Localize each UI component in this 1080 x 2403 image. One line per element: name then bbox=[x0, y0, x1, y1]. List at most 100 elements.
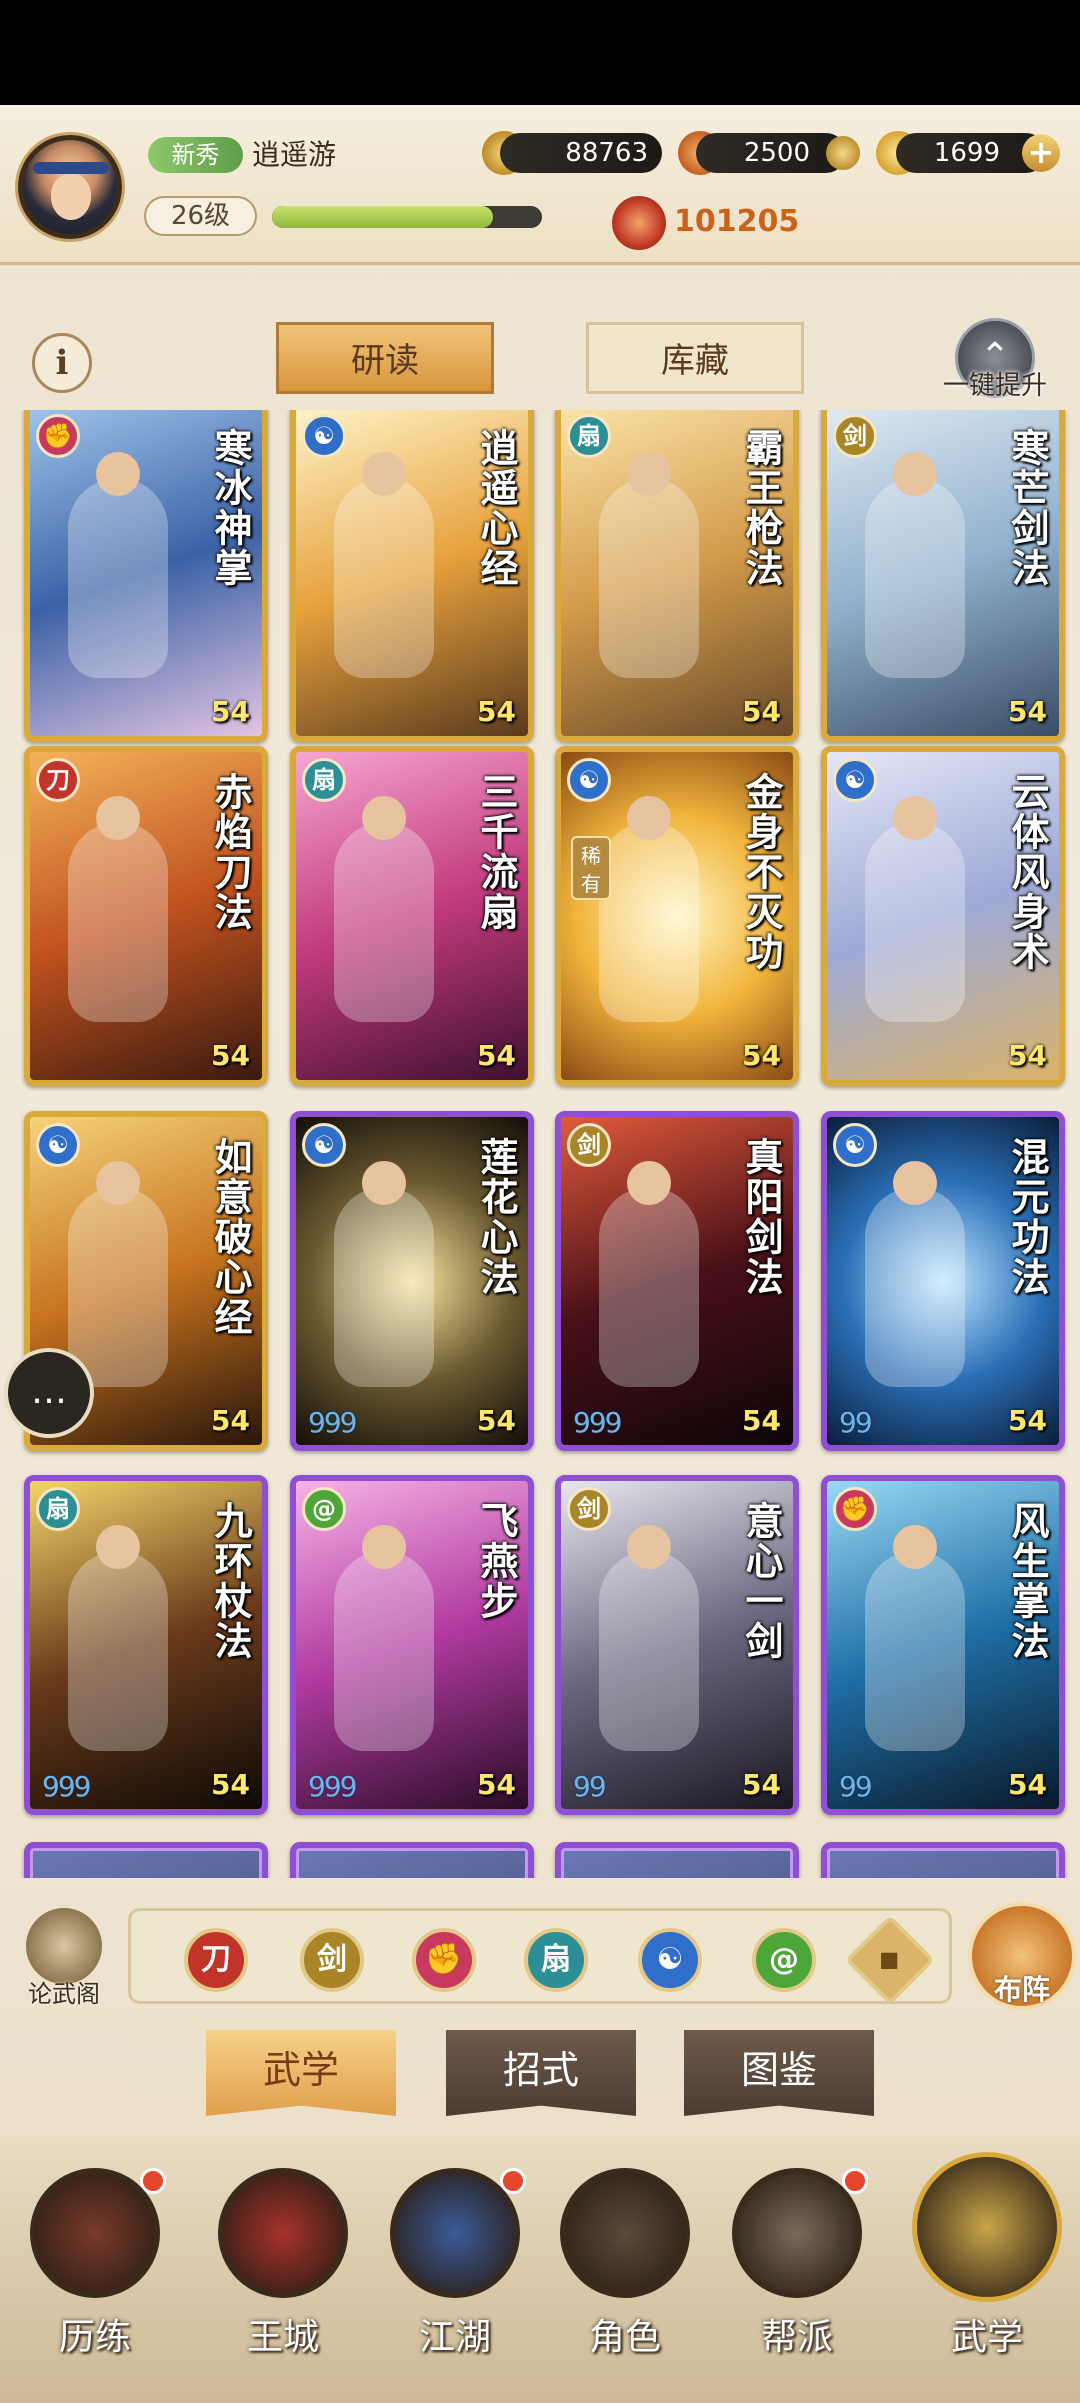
skill-title: 莲花心法 bbox=[474, 1137, 519, 1297]
skill-card-partial[interactable] bbox=[24, 1842, 268, 1878]
skill-title: 三千流扇 bbox=[474, 772, 519, 932]
skill-title: 云体风身术 bbox=[1005, 772, 1050, 972]
filter-fan-icon[interactable]: 扇 bbox=[524, 1928, 588, 1992]
character-figure bbox=[599, 478, 699, 678]
skill-title: 霸王枪法 bbox=[739, 428, 784, 588]
skill-card[interactable]: 扇 九环杖法 999 54 bbox=[24, 1475, 268, 1815]
lunwu-label: 论武阁 bbox=[28, 1980, 100, 2008]
fan-icon: 扇 bbox=[302, 758, 346, 802]
subtab-moves[interactable]: 招式 bbox=[446, 2030, 636, 2116]
skill-card[interactable]: @ 飞燕步 999 54 bbox=[290, 1475, 534, 1815]
skill-card[interactable]: ✊ 寒冰神掌 54 bbox=[24, 410, 268, 742]
character-head bbox=[96, 796, 140, 840]
formation-button[interactable]: 布阵 bbox=[968, 1902, 1076, 2010]
skill-level: 54 bbox=[742, 1404, 781, 1437]
star-marks: 99 bbox=[839, 1770, 873, 1803]
skill-level: 54 bbox=[477, 1768, 516, 1801]
skill-card[interactable]: 刀 赤焰刀法 54 bbox=[24, 746, 268, 1086]
nav-training-icon bbox=[30, 2168, 160, 2298]
skill-card[interactable]: 扇 霸王枪法 54 bbox=[555, 410, 799, 742]
skill-card-partial[interactable] bbox=[821, 1842, 1065, 1878]
nav-label: 帮派 bbox=[760, 2317, 833, 2358]
sword-icon: 剑 bbox=[567, 1123, 611, 1167]
nav-royal-city[interactable]: 王城 bbox=[198, 2168, 368, 2368]
star-marks: 999 bbox=[573, 1406, 622, 1439]
skill-card-partial[interactable] bbox=[290, 1842, 534, 1878]
notification-dot bbox=[140, 2168, 166, 2194]
filter-yinyang-icon[interactable]: ☯ bbox=[638, 1928, 702, 1992]
nav-martial-arts-icon bbox=[912, 2152, 1062, 2302]
star-marks: 99 bbox=[573, 1770, 607, 1803]
character-head bbox=[627, 452, 671, 496]
skill-level: 54 bbox=[742, 1768, 781, 1801]
filter-swirl-icon[interactable]: @ bbox=[752, 1928, 816, 1992]
player-header bbox=[0, 105, 1080, 265]
star-marks: 999 bbox=[308, 1770, 357, 1803]
swirl-icon: @ bbox=[302, 1487, 346, 1531]
nav-martial-arts[interactable]: 武学 bbox=[902, 2152, 1072, 2368]
nav-guild[interactable]: 帮派 bbox=[712, 2168, 882, 2368]
info-button[interactable]: i bbox=[32, 333, 92, 393]
character-figure bbox=[599, 822, 699, 1022]
skill-card[interactable]: 剑 意心一剑 99 54 bbox=[555, 1475, 799, 1815]
tab-read[interactable]: 研读 bbox=[276, 322, 494, 394]
nav-jianghu[interactable]: 江湖 bbox=[370, 2168, 540, 2368]
skill-card[interactable]: ☯ 金身不灭功 54 稀有 bbox=[555, 746, 799, 1086]
skill-title: 真阳剑法 bbox=[739, 1137, 784, 1297]
skill-card[interactable]: 剑 寒芒剑法 54 bbox=[821, 410, 1065, 742]
skill-card[interactable]: ☯ 莲花心法 999 54 bbox=[290, 1111, 534, 1451]
nav-label: 历练 bbox=[58, 2317, 131, 2358]
filter-sword-icon[interactable]: 剑 bbox=[300, 1928, 364, 1992]
sword-icon: 剑 bbox=[833, 414, 877, 458]
speech-bubble-icon: … bbox=[31, 1371, 67, 1412]
character-figure bbox=[334, 1551, 434, 1751]
skill-level: 54 bbox=[477, 695, 516, 728]
skill-card[interactable]: 剑 真阳剑法 999 54 bbox=[555, 1111, 799, 1451]
player-avatar[interactable] bbox=[18, 135, 122, 239]
book-icon bbox=[26, 1908, 102, 1984]
nav-training[interactable]: 历练 bbox=[10, 2168, 180, 2368]
skill-card[interactable]: ☯ 云体风身术 54 bbox=[821, 746, 1065, 1086]
fan-icon: 扇 bbox=[567, 414, 611, 458]
lunwu-pavilion-button[interactable]: 论武阁 bbox=[16, 1908, 112, 2008]
skill-card[interactable]: ☯ 混元功法 99 54 bbox=[821, 1111, 1065, 1451]
chat-button[interactable]: … bbox=[4, 1348, 94, 1438]
skill-level: 54 bbox=[1008, 695, 1047, 728]
nav-label: 武学 bbox=[950, 2317, 1023, 2358]
character-figure bbox=[599, 1551, 699, 1751]
skill-title: 赤焰刀法 bbox=[208, 772, 253, 932]
subtab-codex[interactable]: 图鉴 bbox=[684, 2030, 874, 2116]
skill-level: 54 bbox=[211, 1039, 250, 1072]
character-figure bbox=[334, 1187, 434, 1387]
skill-title: 飞燕步 bbox=[474, 1501, 519, 1621]
notification-dot bbox=[842, 2168, 868, 2194]
skill-card-partial[interactable] bbox=[555, 1842, 799, 1878]
skill-card[interactable]: 扇 三千流扇 54 bbox=[290, 746, 534, 1086]
filter-fist-icon[interactable]: ✊ bbox=[412, 1928, 476, 1992]
yinyang-icon: ☯ bbox=[833, 758, 877, 802]
yinyang-icon: ☯ bbox=[302, 414, 346, 458]
skill-level: 54 bbox=[211, 695, 250, 728]
player-level: 26级 bbox=[144, 196, 257, 236]
notification-dot bbox=[500, 2168, 526, 2194]
nav-label: 江湖 bbox=[418, 2317, 491, 2358]
character-head bbox=[627, 1525, 671, 1569]
character-head bbox=[893, 452, 937, 496]
fan-icon: 扇 bbox=[36, 1487, 80, 1531]
filter-blade-icon[interactable]: 刀 bbox=[184, 1928, 248, 1992]
rank-badge: 新秀 bbox=[148, 137, 243, 173]
tab-storage[interactable]: 库藏 bbox=[586, 322, 804, 394]
yinyang-icon: ☯ bbox=[833, 1123, 877, 1167]
add-gold-button[interactable]: + bbox=[1022, 134, 1060, 172]
character-head bbox=[362, 1161, 406, 1205]
coin-stack-icon bbox=[826, 136, 860, 170]
coin-count: 88763 bbox=[500, 133, 662, 173]
nav-character[interactable]: 角色 bbox=[540, 2168, 710, 2368]
character-head bbox=[893, 1525, 937, 1569]
rare-tag: 稀有 bbox=[571, 836, 611, 900]
nav-jianghu-icon bbox=[390, 2168, 520, 2298]
skill-card[interactable]: ☯ 逍遥心经 54 bbox=[290, 410, 534, 742]
skill-card[interactable]: ✊ 风生掌法 99 54 bbox=[821, 1475, 1065, 1815]
skill-title: 混元功法 bbox=[1005, 1137, 1050, 1297]
subtab-martial-arts[interactable]: 武学 bbox=[206, 2030, 396, 2116]
